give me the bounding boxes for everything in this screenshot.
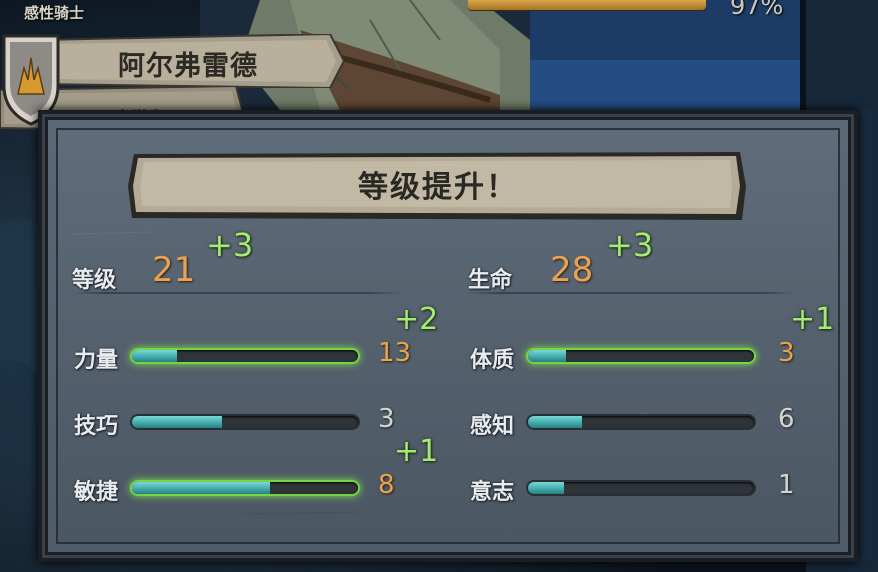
hp-gain: +3 xyxy=(606,226,654,264)
attribute-value: 3 xyxy=(778,338,795,368)
attribute-label: 意志 xyxy=(470,480,515,505)
hp-value: 28 xyxy=(550,250,594,290)
divider-right xyxy=(466,292,796,294)
attribute-bar-fill xyxy=(132,482,270,494)
attribute-bar-fill xyxy=(528,350,566,362)
attribute-gain: +2 xyxy=(394,302,439,337)
character-name: 阿尔弗雷德 xyxy=(118,51,258,82)
game-screen: 97% 感性骑士 阿尔弗雷德 史塔克 等级提升！ 等级 21 +3 生 xyxy=(0,0,878,572)
attribute-gain: +1 xyxy=(394,434,439,469)
attribute-bar-fill xyxy=(132,416,222,428)
attribute-gain: +1 xyxy=(790,302,835,337)
level-value: 21 xyxy=(152,250,196,290)
attribute-value: 13 xyxy=(378,338,412,368)
character-class-label: 感性骑士 xyxy=(24,4,85,22)
divider-left xyxy=(72,292,402,294)
attribute-label: 敏捷 xyxy=(74,480,119,505)
attribute-bar xyxy=(132,482,358,494)
top-health-bar xyxy=(468,0,706,10)
attribute-bar xyxy=(528,482,754,494)
attribute-label: 力量 xyxy=(74,348,119,373)
level-label: 等级 xyxy=(72,268,117,293)
attribute-bar-fill xyxy=(528,416,582,428)
attribute-bar xyxy=(528,350,754,362)
hp-label: 生命 xyxy=(468,268,513,293)
top-percent-text: 97% xyxy=(730,0,784,20)
level-gain: +3 xyxy=(206,226,254,264)
attribute-value: 3 xyxy=(378,404,395,434)
attribute-value: 1 xyxy=(778,470,795,500)
attribute-bar xyxy=(132,416,358,428)
level-up-title: 等级提升！ xyxy=(358,170,518,205)
attribute-value: 8 xyxy=(378,470,395,500)
attribute-bar-fill xyxy=(132,350,177,362)
attribute-label: 体质 xyxy=(470,348,515,373)
attribute-bar-fill xyxy=(528,482,564,494)
attribute-bar xyxy=(528,416,754,428)
attribute-label: 感知 xyxy=(470,414,515,439)
attribute-bar xyxy=(132,350,358,362)
attribute-value: 6 xyxy=(778,404,795,434)
attribute-label: 技巧 xyxy=(74,414,119,439)
